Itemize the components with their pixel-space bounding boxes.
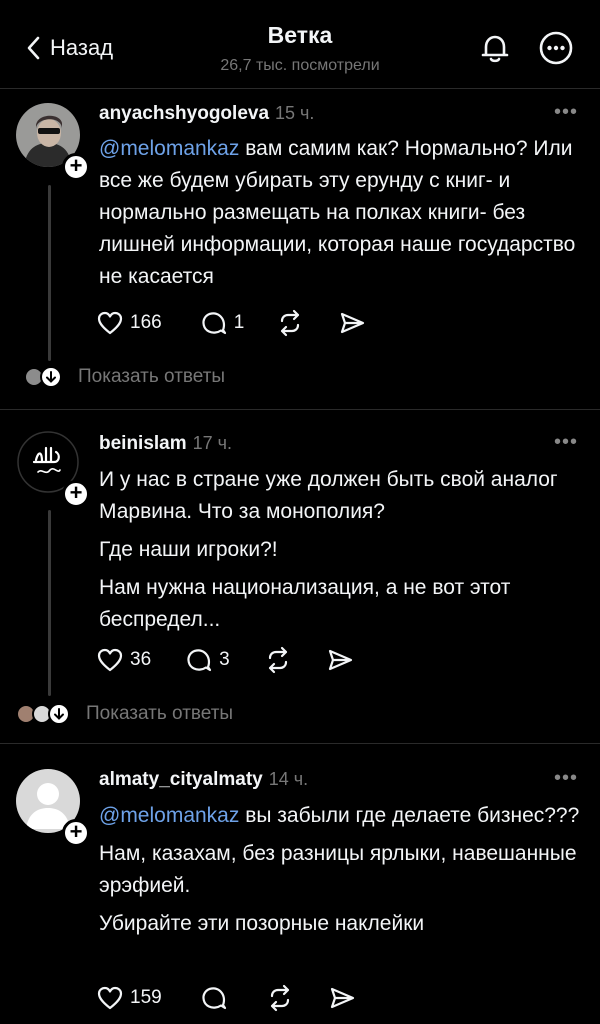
post-body: И у нас в стране уже должен быть свой ан… (99, 464, 584, 636)
post-paragraph: @melomankaz вам самим как? Нормально? Ил… (99, 133, 584, 293)
post: + almaty_cityalmaty 14 ч. ••• @melomankaz… (0, 744, 600, 1024)
share-icon (328, 649, 352, 671)
post-paragraph: Нам нужна национализация, а не вот этот … (99, 576, 511, 631)
like-count: 36 (130, 649, 152, 670)
username-text: anyachshyogoleva (99, 103, 270, 124)
replies-row: Показать ответы (24, 366, 225, 388)
heart-icon (97, 311, 123, 335)
post-actions: 36 3 (96, 644, 354, 676)
like-button[interactable]: 166 (96, 309, 162, 337)
comment-button[interactable]: 1 (200, 309, 245, 337)
back-label: Назад (50, 35, 114, 60)
post-username[interactable]: almaty_cityalmaty 14 ч. (99, 769, 308, 791)
mention-link[interactable]: @melomankaz (99, 804, 239, 827)
post-more-icon[interactable]: ••• (554, 101, 578, 124)
chevron-left-icon (27, 36, 40, 60)
comment-icon (187, 649, 212, 672)
post-actions: 159 (96, 982, 356, 1014)
page-title: Ветка (267, 22, 333, 48)
avatar[interactable]: + (16, 769, 90, 847)
comment-icon (202, 312, 226, 335)
post-username[interactable]: anyachshyogoleva 15 ч. (99, 103, 314, 125)
arrow-down-icon (48, 703, 70, 725)
follow-plus-button[interactable]: + (62, 480, 90, 508)
repost-button[interactable] (276, 309, 304, 337)
back-button[interactable]: Назад (24, 34, 113, 62)
header: Назад Ветка 26,7 тыс. посмотрели (0, 0, 600, 88)
views-count: 26,7 тыс. посмотрели (220, 57, 380, 74)
comment-count: 3 (219, 649, 230, 670)
username-text: almaty_cityalmaty (99, 769, 263, 790)
post-username[interactable]: beinislam 17 ч. (99, 433, 232, 455)
post-paragraph: Нам, казахам, без разницы ярлыки, навеша… (99, 842, 577, 897)
comment-icon (202, 987, 226, 1010)
show-replies-link[interactable]: Показать ответы (86, 703, 233, 725)
like-count: 166 (130, 312, 162, 333)
thread-line (48, 510, 51, 696)
comment-count: 1 (233, 312, 245, 333)
repost-icon (281, 309, 300, 337)
post-time: 17 ч. (192, 433, 233, 453)
post-more-icon[interactable]: ••• (554, 431, 578, 454)
share-button[interactable] (338, 309, 366, 337)
comment-button[interactable] (200, 984, 228, 1012)
avatar[interactable]: + (16, 430, 90, 508)
post-time: 15 ч. (275, 103, 315, 123)
comment-button[interactable]: 3 (185, 646, 230, 674)
heart-icon (97, 648, 123, 672)
heart-icon (97, 986, 123, 1010)
repost-button[interactable] (264, 646, 292, 674)
post-paragraph: Где наши игроки?! (99, 538, 278, 561)
post-body: @melomankaz вы забыли где делаете бизнес… (99, 800, 584, 940)
post-more-icon[interactable]: ••• (554, 767, 578, 790)
post-actions: 166 1 (96, 307, 366, 339)
follow-plus-button[interactable]: + (62, 153, 90, 181)
share-icon (330, 987, 354, 1009)
share-button[interactable] (326, 646, 354, 674)
share-button[interactable] (328, 984, 356, 1012)
post-paragraph: @melomankaz вы забыли где делаете бизнес… (99, 800, 584, 832)
title-block: Ветка 26,7 тыс. посмотрели (150, 22, 450, 75)
repost-button[interactable] (266, 984, 294, 1012)
share-icon (341, 312, 365, 334)
post: + beinislam 17 ч. ••• И у нас в стране уж… (0, 410, 600, 743)
arrow-down-icon (40, 366, 62, 388)
like-button[interactable]: 159 (96, 984, 162, 1012)
post: + anyachshyogoleva 15 ч. ••• @melomankaz … (0, 89, 600, 409)
post-time: 14 ч. (268, 769, 309, 789)
show-replies-link[interactable]: Показать ответы (78, 366, 225, 388)
avatar[interactable]: + (16, 103, 90, 181)
repost-icon (270, 984, 289, 1012)
follow-plus-button[interactable]: + (62, 819, 90, 847)
username-text: beinislam (99, 433, 187, 454)
thread-line (48, 185, 51, 361)
like-count: 159 (130, 987, 162, 1008)
replies-row: Показать ответы (16, 703, 233, 725)
post-text: вы забыли где делаете бизнес??? (245, 804, 580, 827)
post-paragraph: Убирайте эти позорные наклейки (99, 912, 425, 935)
repost-icon (268, 646, 287, 674)
post-paragraph: И у нас в стране уже должен быть свой ан… (99, 468, 558, 523)
post-body: @melomankaz вам самим как? Нормально? Ил… (99, 133, 584, 293)
mention-link[interactable]: @melomankaz (99, 137, 239, 160)
bell-icon[interactable] (477, 30, 513, 66)
more-icon[interactable] (538, 30, 574, 66)
like-button[interactable]: 36 (96, 646, 151, 674)
